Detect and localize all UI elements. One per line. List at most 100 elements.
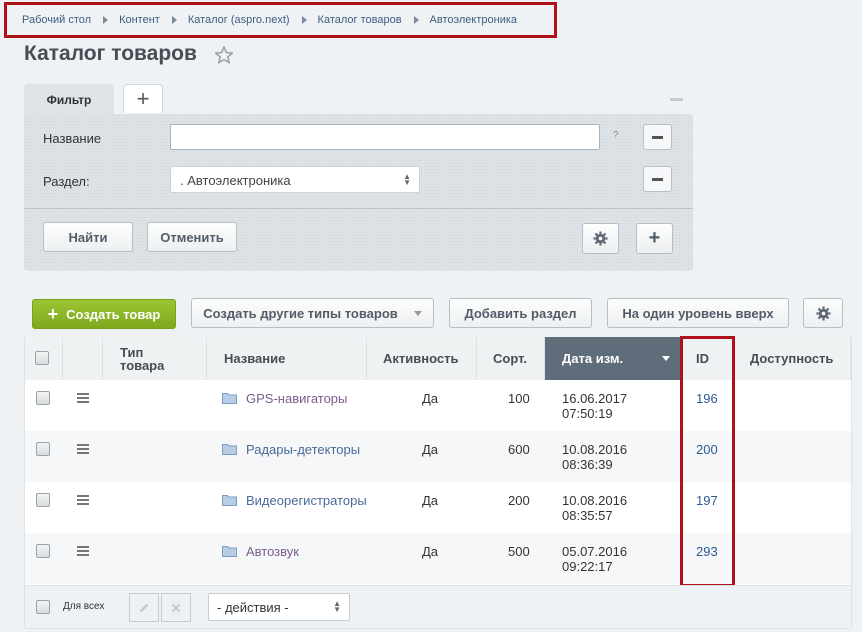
row-id-link[interactable]: 197 — [696, 493, 718, 508]
breadcrumb: Рабочий стол Контент Каталог (aspro.next… — [4, 2, 557, 38]
header-active[interactable]: Активность — [367, 337, 477, 380]
star-icon[interactable] — [214, 45, 234, 65]
create-product-button[interactable]: + Создать товар — [32, 299, 176, 329]
find-button[interactable]: Найти — [43, 222, 133, 252]
filter-settings-button[interactable] — [582, 223, 619, 254]
remove-section-field-button[interactable] — [643, 166, 672, 192]
breadcrumb-item-product-catalog[interactable]: Каталог товаров — [318, 14, 402, 26]
header-actions-cell — [63, 337, 103, 380]
row-active: Да — [422, 544, 439, 559]
row-name-link[interactable]: Видеорегистраторы — [246, 493, 367, 508]
breadcrumb-item-content[interactable]: Контент — [119, 14, 160, 26]
header-id-label: ID — [696, 351, 709, 366]
row-id-link[interactable]: 200 — [696, 442, 718, 457]
row-time: 07:50:19 — [562, 406, 613, 421]
row-name-link[interactable]: Автозвук — [246, 544, 299, 559]
table-row[interactable]: Автозвук Да 500 05.07.2016 09:22:17 293 — [25, 533, 851, 584]
row-date: 10.08.2016 — [562, 493, 628, 508]
select-arrows-icon: ▲ ▼ — [403, 172, 411, 187]
table-row[interactable]: Видеорегистраторы Да 200 10.08.2016 08:3… — [25, 482, 851, 533]
name-filter-input[interactable] — [170, 124, 600, 150]
header-sort-label: Сорт. — [493, 351, 527, 366]
row-time: 09:22:17 — [562, 559, 613, 574]
page-title: Каталог товаров — [24, 42, 197, 65]
header-date[interactable]: Дата изм. — [545, 337, 681, 380]
table-row[interactable]: Радары-детекторы Да 600 10.08.2016 08:36… — [25, 431, 851, 482]
row-active: Да — [422, 493, 439, 508]
close-icon — [171, 603, 181, 612]
header-name[interactable]: Название — [207, 337, 367, 380]
cancel-button[interactable]: Отменить — [147, 222, 237, 252]
create-other-types-label: Создать другие типы товаров — [203, 305, 398, 321]
edit-selected-button[interactable] — [129, 593, 159, 622]
menu-icon[interactable] — [77, 495, 89, 505]
level-up-button[interactable]: На один уровень вверх — [607, 298, 789, 328]
folder-icon — [222, 495, 237, 506]
add-condition-button[interactable]: + — [636, 223, 673, 254]
sort-desc-icon — [662, 356, 670, 361]
delete-selected-button[interactable] — [161, 593, 191, 622]
menu-icon[interactable] — [77, 444, 89, 454]
row-active: Да — [422, 442, 439, 457]
header-type-label: Тип товара — [120, 344, 165, 373]
chevron-down-icon — [413, 310, 422, 316]
folder-icon — [222, 546, 237, 557]
section-select-value: . Автоэлектроника — [180, 173, 291, 188]
help-icon[interactable]: ? — [613, 130, 619, 141]
row-checkbox[interactable] — [36, 391, 50, 405]
header-availability[interactable]: Доступность — [733, 337, 851, 380]
chevron-right-icon — [413, 16, 419, 24]
section-field-label: Раздел: — [43, 174, 90, 189]
apply-to-all-label: Для всех — [63, 601, 105, 612]
header-active-label: Активность — [383, 351, 459, 366]
create-other-types-button[interactable]: Создать другие типы товаров — [191, 298, 434, 328]
row-checkbox[interactable] — [36, 493, 50, 507]
menu-icon[interactable] — [77, 393, 89, 403]
pencil-icon — [140, 603, 149, 612]
row-id-link[interactable]: 196 — [696, 391, 718, 406]
row-sort: 100 — [508, 391, 530, 406]
section-select[interactable]: . Автоэлектроника ▲ ▼ — [170, 166, 420, 193]
add-filter-tab-button[interactable]: + — [123, 84, 163, 113]
row-checkbox[interactable] — [36, 544, 50, 558]
row-active: Да — [422, 391, 439, 406]
row-time: 08:36:39 — [562, 457, 613, 472]
header-sort[interactable]: Сорт. — [477, 337, 545, 380]
row-checkbox[interactable] — [36, 442, 50, 456]
row-name-link[interactable]: GPS-навигаторы — [246, 391, 347, 406]
header-type[interactable]: Тип товара — [103, 337, 207, 380]
header-select-all-cell — [25, 337, 63, 380]
select-arrows-icon: ▲ ▼ — [333, 599, 341, 614]
breadcrumb-item-auto-electronics[interactable]: Автоэлектроника — [430, 14, 517, 26]
header-availability-label: Доступность — [750, 351, 834, 366]
menu-icon[interactable] — [77, 546, 89, 556]
breadcrumb-item-catalog-aspro[interactable]: Каталог (aspro.next) — [188, 14, 290, 26]
remove-name-field-button[interactable] — [643, 124, 672, 150]
chevron-right-icon — [301, 16, 307, 24]
row-date: 16.06.2017 — [562, 391, 628, 406]
apply-to-all-checkbox[interactable] — [36, 600, 50, 614]
row-date: 05.07.2016 — [562, 544, 628, 559]
gear-icon — [593, 231, 608, 246]
breadcrumb-item-desktop[interactable]: Рабочий стол — [22, 14, 91, 26]
tab-filter[interactable]: Фильтр — [24, 84, 114, 115]
row-date: 10.08.2016 — [562, 442, 628, 457]
folder-icon — [222, 444, 237, 455]
add-section-button[interactable]: Добавить раздел — [449, 298, 592, 328]
create-product-label: Создать товар — [66, 306, 161, 322]
collapse-filter-button[interactable] — [670, 98, 683, 101]
filter-divider — [24, 208, 693, 209]
header-id[interactable]: ID — [681, 337, 733, 380]
chevron-right-icon — [103, 16, 109, 24]
row-id-link[interactable]: 293 — [696, 544, 718, 559]
row-name-link[interactable]: Радары-детекторы — [246, 442, 360, 457]
grid-settings-button[interactable] — [803, 298, 843, 328]
gear-icon — [815, 305, 831, 321]
table-row[interactable]: GPS-навигаторы Да 100 16.06.2017 07:50:1… — [25, 380, 851, 431]
row-time: 08:35:57 — [562, 508, 613, 523]
row-sort: 600 — [508, 442, 530, 457]
select-all-checkbox[interactable] — [35, 351, 49, 365]
header-name-label: Название — [224, 351, 286, 366]
group-action-select[interactable]: - действия - ▲ ▼ — [208, 593, 350, 621]
group-action-value: - действия - — [217, 600, 289, 615]
